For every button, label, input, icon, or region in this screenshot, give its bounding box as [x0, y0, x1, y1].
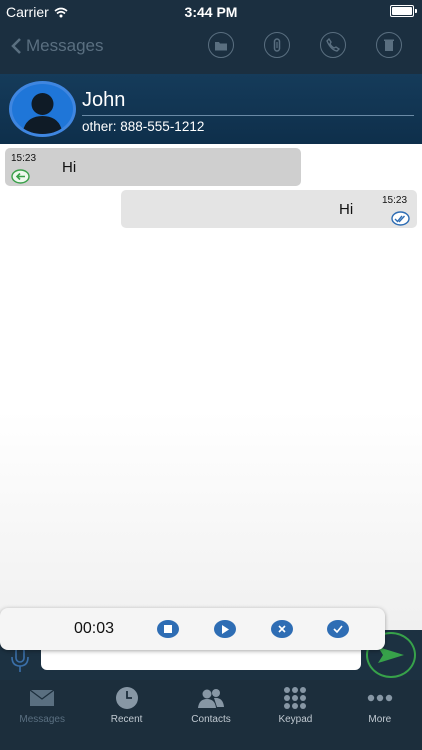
avatar[interactable]	[9, 81, 76, 137]
tab-messages[interactable]: Messages	[0, 680, 84, 750]
message-timestamp: 15:23	[382, 195, 408, 206]
message-text: Hi	[62, 159, 77, 176]
call-button[interactable]	[320, 32, 346, 58]
tab-bar: Messages Recent Contacts Keypad More	[0, 680, 422, 750]
tab-contacts[interactable]: Contacts	[169, 680, 253, 750]
envelope-icon	[29, 689, 55, 706]
back-label: Messages	[26, 36, 104, 55]
contacts-icon	[198, 689, 225, 708]
folder-button[interactable]	[208, 32, 234, 58]
contact-phone: other: 888-555-1212	[82, 119, 205, 134]
message-list[interactable]: 15:23 Hi 15:23 Hi	[0, 144, 422, 630]
confirm-recording-button[interactable]	[327, 620, 349, 638]
status-bar: Carrier 3:44 PM	[0, 0, 422, 22]
delete-button[interactable]	[376, 32, 402, 58]
navigation-bar: Messages	[0, 22, 422, 74]
play-icon	[222, 624, 229, 634]
recording-duration: 00:03	[74, 620, 115, 637]
tab-label: Recent	[110, 714, 143, 725]
incoming-arrow-icon	[11, 169, 30, 184]
stop-icon	[164, 625, 172, 633]
more-icon	[367, 694, 393, 702]
person-silhouette-icon	[22, 93, 63, 134]
tab-label: Messages	[19, 714, 65, 725]
message-bubble-incoming[interactable]: 15:23 Hi	[5, 148, 301, 186]
message-timestamp: 15:23	[11, 153, 37, 164]
tab-more[interactable]: More	[338, 680, 422, 750]
phone-icon	[326, 38, 340, 52]
contact-name: John	[82, 89, 126, 111]
contact-header: John other: 888-555-1212	[0, 74, 422, 144]
folder-icon	[215, 41, 227, 50]
attach-button[interactable]	[264, 32, 290, 58]
confirm-icon	[333, 625, 343, 633]
message-bubble-outgoing[interactable]: 15:23 Hi	[121, 190, 417, 228]
tab-keypad[interactable]: Keypad	[253, 680, 337, 750]
tab-label: Keypad	[278, 714, 313, 725]
stop-recording-button[interactable]	[157, 620, 179, 638]
chevron-left-icon	[11, 38, 21, 54]
message-text: Hi	[339, 201, 354, 218]
cancel-icon	[278, 625, 286, 633]
back-button[interactable]: Messages	[10, 36, 103, 56]
voice-recorder: 00:03	[0, 608, 385, 650]
trash-icon	[384, 39, 394, 51]
tab-label: More	[368, 714, 392, 725]
clock-icon	[115, 687, 138, 709]
tab-recent[interactable]: Recent	[84, 680, 168, 750]
keypad-icon	[284, 687, 307, 709]
tab-label: Contacts	[191, 714, 231, 725]
status-time: 3:44 PM	[184, 4, 238, 20]
attachment-icon	[273, 38, 281, 52]
double-check-icon	[391, 211, 410, 226]
cancel-recording-button[interactable]	[271, 620, 293, 638]
play-recording-button[interactable]	[214, 620, 236, 638]
battery-icon	[390, 5, 417, 17]
header-divider	[82, 115, 414, 116]
